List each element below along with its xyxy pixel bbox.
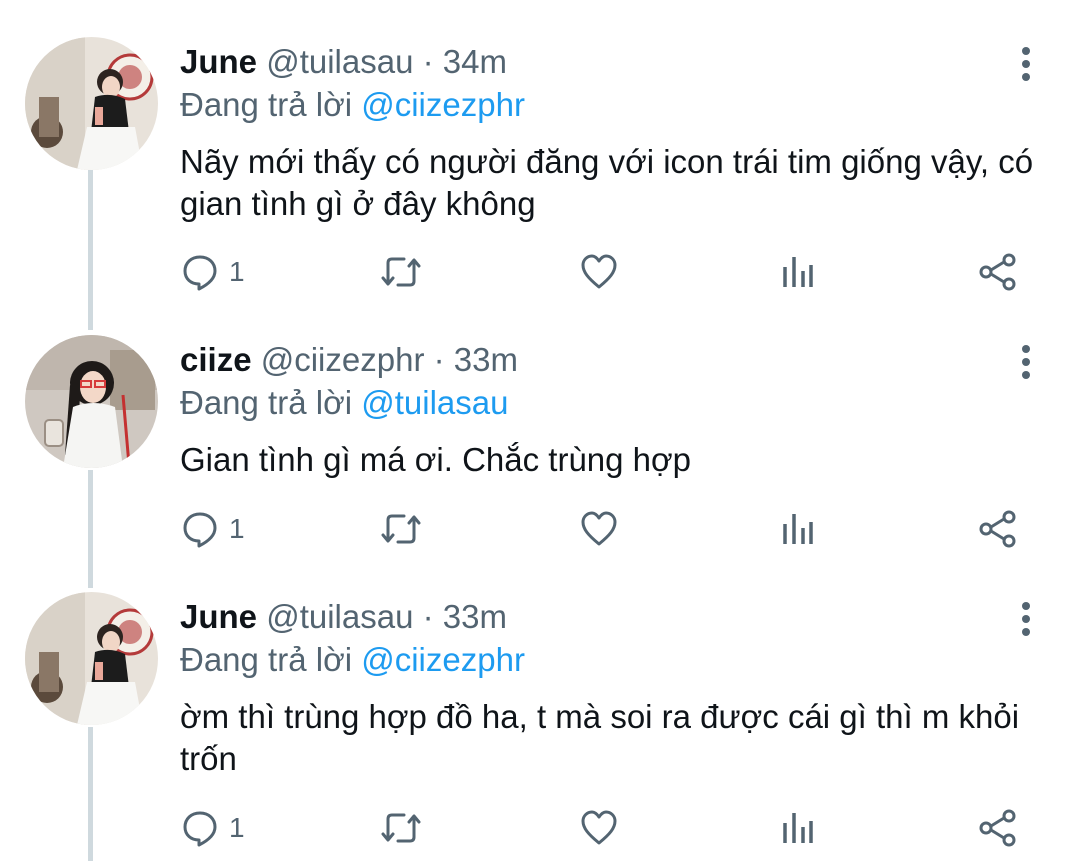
reply-mention[interactable]: @ciizezphr <box>361 641 525 678</box>
more-vertical-icon[interactable] <box>1010 598 1042 638</box>
avatar[interactable] <box>25 335 158 468</box>
separator-dot: · <box>422 598 434 635</box>
reply-button[interactable]: 1 <box>181 507 245 551</box>
reply-icon <box>181 253 219 291</box>
tweet-text: Nãy mới thấy có người đăng với icon trái… <box>180 143 1034 222</box>
action-bar: 1 <box>0 507 1080 551</box>
like-button[interactable] <box>580 507 618 551</box>
reply-button[interactable]: 1 <box>181 250 245 294</box>
views-button[interactable] <box>780 806 816 850</box>
retweet-button[interactable] <box>380 806 422 850</box>
replying-prefix: Đang trả lời <box>180 641 353 678</box>
separator-dot: · <box>422 43 434 80</box>
retweet-icon <box>380 809 422 847</box>
reply-button[interactable]: 1 <box>181 806 245 850</box>
share-button[interactable] <box>978 806 1018 850</box>
reply-icon <box>181 510 219 548</box>
reply-icon <box>181 809 219 847</box>
timestamp[interactable]: 34m <box>443 43 507 80</box>
author-handle[interactable]: @tuilasau <box>266 43 413 80</box>
analytics-icon <box>780 809 816 847</box>
share-icon <box>978 252 1018 292</box>
reply-mention[interactable]: @tuilasau <box>361 384 508 421</box>
separator-dot: · <box>433 341 445 378</box>
author-name[interactable]: June <box>180 43 257 80</box>
tweet[interactable]: June @tuilasau · 34m Đang trả lời @ciize… <box>0 37 1080 307</box>
heart-icon <box>580 510 618 548</box>
retweet-icon <box>380 510 422 548</box>
share-icon <box>978 808 1018 848</box>
share-icon <box>978 509 1018 549</box>
tweet-header: ciize @ciizezphr · 33m <box>180 340 518 380</box>
more-vertical-icon[interactable] <box>1010 43 1042 83</box>
tweet[interactable]: ciize @ciizezphr · 33m Đang trả lời @tui… <box>0 335 1080 565</box>
analytics-icon <box>780 253 816 291</box>
reply-count: 1 <box>229 513 245 544</box>
share-button[interactable] <box>978 507 1018 551</box>
tweet-text: ờm thì trùng hợp đồ ha, t mà soi ra được… <box>180 698 1020 777</box>
heart-icon <box>580 809 618 847</box>
reply-count: 1 <box>229 256 245 287</box>
views-button[interactable] <box>780 507 816 551</box>
reply-mention[interactable]: @ciizezphr <box>361 86 525 123</box>
retweet-button[interactable] <box>380 250 422 294</box>
replying-to: Đang trả lời @ciizezphr <box>180 85 525 125</box>
retweet-icon <box>380 253 422 291</box>
replying-to: Đang trả lời @tuilasau <box>180 383 508 423</box>
like-button[interactable] <box>580 806 618 850</box>
share-button[interactable] <box>978 250 1018 294</box>
analytics-icon <box>780 510 816 548</box>
more-vertical-icon[interactable] <box>1010 341 1042 381</box>
replying-to: Đang trả lời @ciizezphr <box>180 640 525 680</box>
views-button[interactable] <box>780 250 816 294</box>
avatar[interactable] <box>25 592 158 725</box>
timestamp[interactable]: 33m <box>454 341 518 378</box>
author-handle[interactable]: @ciizezphr <box>261 341 425 378</box>
author-name[interactable]: ciize <box>180 341 252 378</box>
author-handle[interactable]: @tuilasau <box>266 598 413 635</box>
heart-icon <box>580 253 618 291</box>
reply-count: 1 <box>229 812 245 843</box>
author-name[interactable]: June <box>180 598 257 635</box>
action-bar: 1 <box>0 806 1080 850</box>
retweet-button[interactable] <box>380 507 422 551</box>
tweet-header: June @tuilasau · 33m <box>180 597 507 637</box>
like-button[interactable] <box>580 250 618 294</box>
replying-prefix: Đang trả lời <box>180 384 353 421</box>
timestamp[interactable]: 33m <box>443 598 507 635</box>
action-bar: 1 <box>0 250 1080 294</box>
avatar[interactable] <box>25 37 158 170</box>
tweet-header: June @tuilasau · 34m <box>180 42 507 82</box>
tweet-text: Gian tình gì má ơi. Chắc trùng hợp <box>180 441 692 478</box>
replying-prefix: Đang trả lời <box>180 86 353 123</box>
tweet[interactable]: June @tuilasau · 33m Đang trả lời @ciize… <box>0 592 1080 861</box>
